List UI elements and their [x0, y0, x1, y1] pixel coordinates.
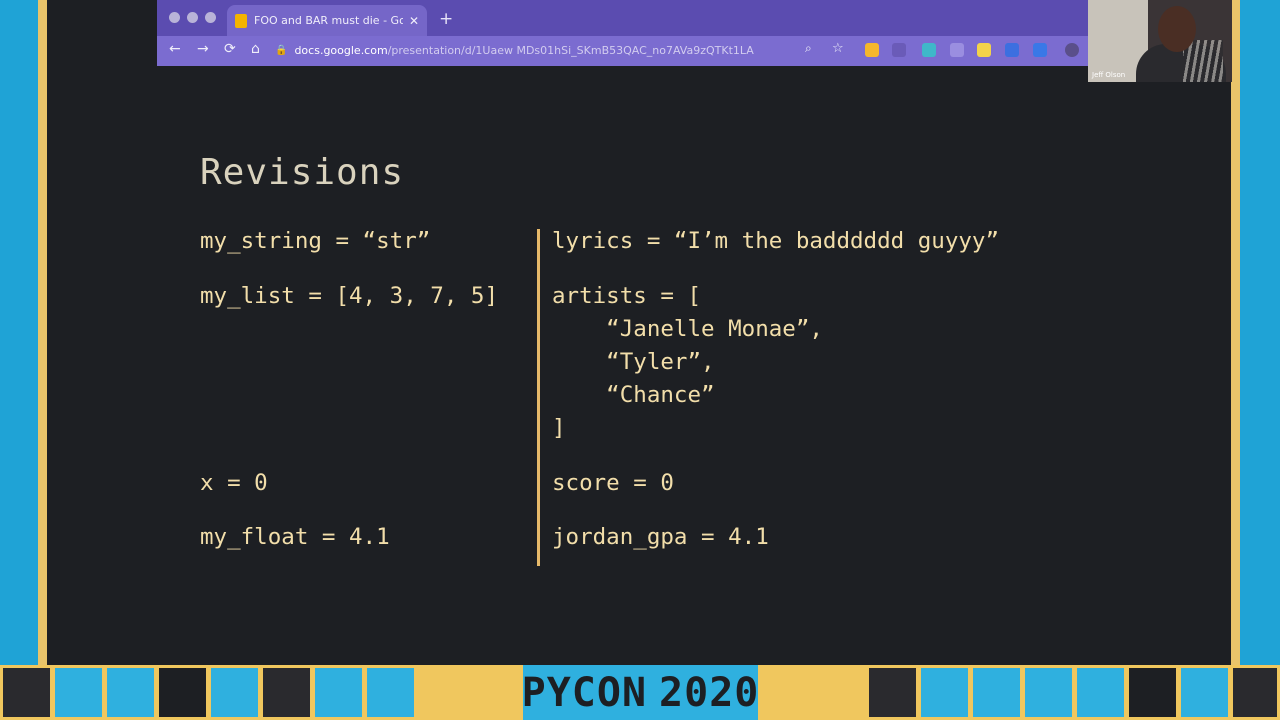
code-line-right: “Chance” [552, 382, 715, 408]
browser-window: FOO and BAR must die - Goog ✕ + ← → ⟳ ⌂ … [157, 0, 1090, 66]
code-line-left: x = 0 [200, 470, 268, 496]
bookmark-star-icon[interactable]: ☆ [832, 41, 844, 56]
chevron-tile-icon [1022, 665, 1075, 720]
leaf-tile-icon [104, 665, 157, 720]
speaker-name: Jeff Olson [1092, 71, 1126, 79]
arches-tile-icon [758, 665, 866, 720]
speaker-head [1158, 6, 1196, 52]
tools-tile-icon [364, 665, 417, 720]
slide-title: Revisions [200, 152, 405, 193]
code-line-left: my_list = [4, 3, 7, 5] [200, 283, 499, 309]
calendar-tile-icon [866, 665, 919, 720]
column-divider [537, 229, 540, 566]
chevron-tile-icon [52, 665, 105, 720]
back-icon[interactable]: ← [169, 41, 181, 57]
forward-icon[interactable]: → [197, 41, 209, 57]
browser-toolbar: ← → ⟳ ⌂ 🔒 docs.google.com /presentation/… [157, 36, 1090, 66]
abacus-tile-icon [312, 665, 365, 720]
extension-icon[interactable] [892, 43, 906, 57]
terminal-tile-icon [918, 665, 971, 720]
tab-title: FOO and BAR must die - Goog [254, 14, 403, 27]
extension-icon[interactable] [1005, 43, 1019, 57]
pycon-year: 2020 [659, 669, 760, 716]
arches-tile-icon [416, 665, 524, 720]
minimize-window-dot[interactable] [187, 12, 198, 23]
extension-icon[interactable] [865, 43, 879, 57]
pycon-logo: PYCON 2020 [521, 665, 760, 720]
webcam-overlay: Jeff Olson [1088, 0, 1232, 82]
url-host: docs.google.com [294, 44, 388, 57]
slides-favicon-icon [235, 13, 247, 28]
maximize-window-dot[interactable] [205, 12, 216, 23]
leaf-tile-icon [1074, 665, 1127, 720]
tab-close-icon[interactable]: ✕ [409, 14, 419, 28]
extension-icon[interactable] [922, 43, 936, 57]
search-icon[interactable]: ⌕ [805, 41, 812, 56]
address-bar[interactable]: 🔒 docs.google.com /presentation/d/1Uaew … [275, 39, 795, 62]
extension-icon[interactable] [977, 43, 991, 57]
pillar-tile-icon [208, 665, 261, 720]
url-path: /presentation/d/1Uaew MDs01hSi_SKmB53QAC… [387, 44, 754, 57]
code-line-left: my_float = 4.1 [200, 524, 390, 550]
frame-left-accent [38, 0, 47, 665]
pycon-wordmark: PYCON [521, 669, 648, 716]
code-line-right: jordan_gpa = 4.1 [552, 524, 769, 550]
lock-icon: 🔒 [275, 45, 288, 56]
snake-tile-icon [970, 665, 1023, 720]
tab-active[interactable]: FOO and BAR must die - Goog ✕ [227, 5, 427, 36]
pycon-banner: PYCON 2020 [0, 665, 1280, 720]
frame-right [1240, 0, 1280, 665]
code-line-right: “Janelle Monae”, [552, 316, 823, 342]
code-line-right: lyrics = “I’m the badddddd guyyy” [552, 228, 1000, 254]
extension-icon[interactable] [950, 43, 964, 57]
code-line-right: ] [552, 415, 566, 441]
reload-icon[interactable]: ⟳ [224, 41, 236, 57]
close-window-dot[interactable] [169, 12, 180, 23]
code-line-right: “Tyler”, [552, 349, 715, 375]
code-line-right: score = 0 [552, 470, 674, 496]
profile-avatar-icon[interactable] [1065, 43, 1079, 57]
pillar-tile-icon [1178, 665, 1231, 720]
frame-left [0, 0, 40, 665]
new-tab-button[interactable]: + [439, 9, 453, 29]
home-icon[interactable]: ⌂ [251, 41, 260, 57]
robot-tile-icon [260, 665, 313, 720]
frame-right-accent [1231, 0, 1240, 665]
code-line-right: artists = [ [552, 283, 702, 309]
code-line-left: my_string = “str” [200, 228, 431, 254]
tab-strip: FOO and BAR must die - Goog ✕ + [157, 0, 1090, 36]
diamond-tile-icon [156, 665, 209, 720]
extension-icon[interactable] [1033, 43, 1047, 57]
diamond-tile-icon [1126, 665, 1179, 720]
robot-tile-icon [1230, 665, 1280, 720]
terminal-tile-icon [0, 665, 53, 720]
